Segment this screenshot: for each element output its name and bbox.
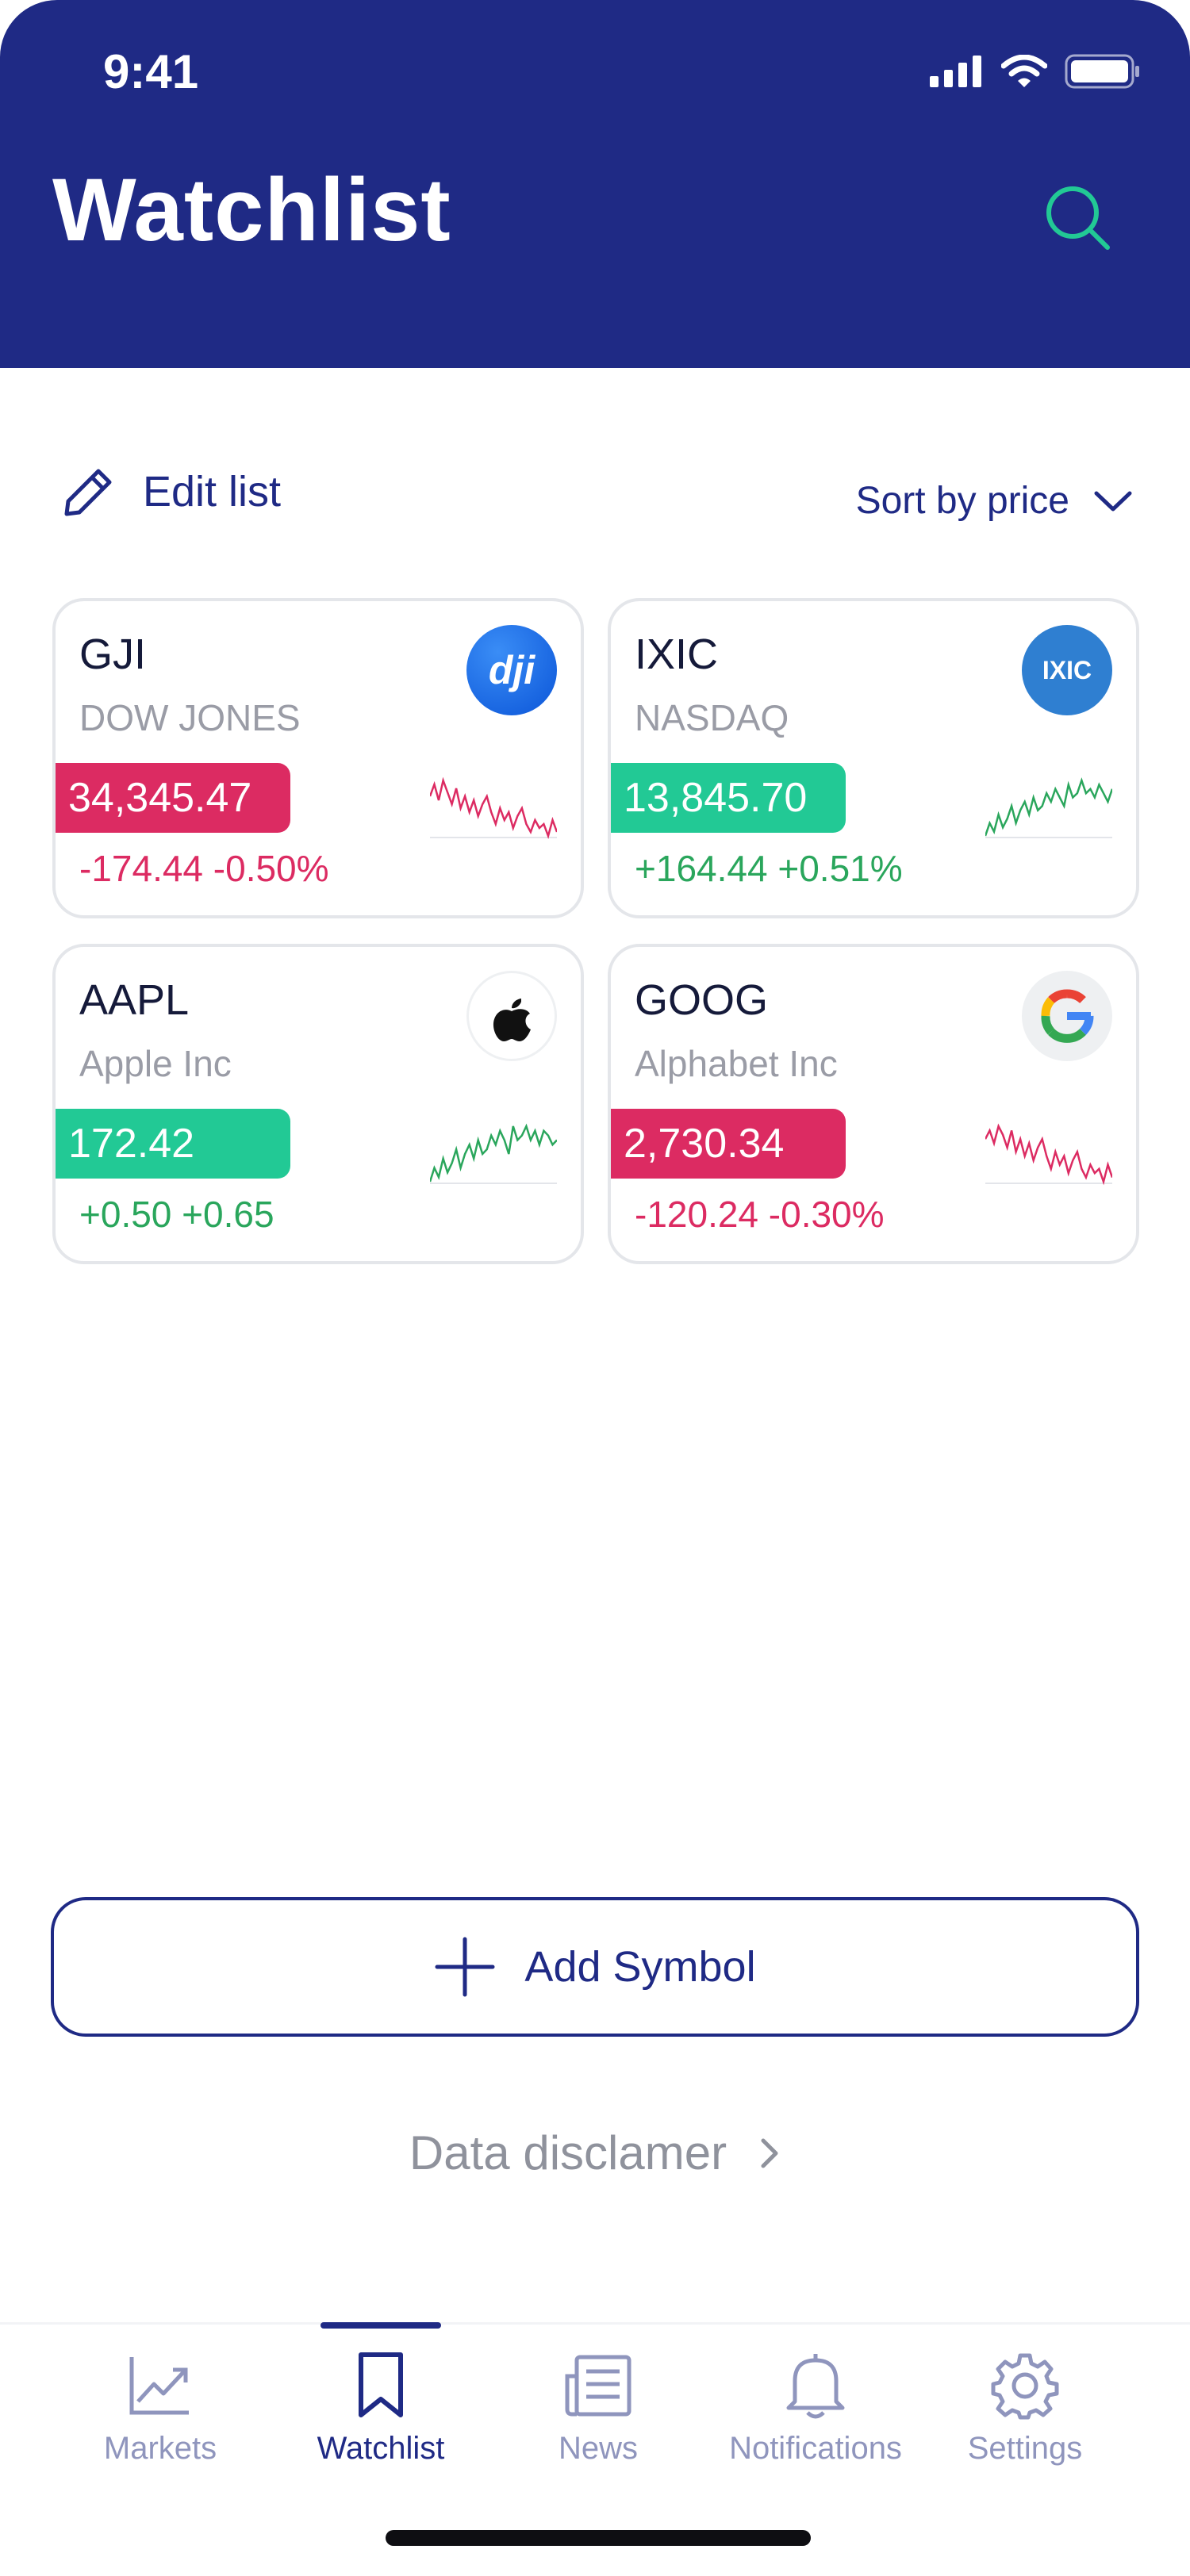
google-logo [1022, 971, 1112, 1061]
apple-icon [493, 999, 531, 1041]
price-change: +0.50 +0.65 [79, 1194, 274, 1235]
price-change: -120.24 -0.30% [635, 1194, 885, 1235]
watchlist-card-aapl[interactable]: AAPL Apple Inc 172.42 +0.50 +0.65 [52, 944, 584, 1264]
plus-icon [435, 1937, 495, 1997]
app-header: 9:41 Watchlist [0, 0, 1190, 368]
price-change: -174.44 -0.50% [79, 848, 329, 889]
dji-logo: dji [466, 625, 557, 715]
wifi-icon [1001, 55, 1047, 87]
chevron-right-icon [761, 2138, 778, 2168]
data-disclaimer-link[interactable]: Data disclamer [0, 2126, 1190, 2180]
sparkline-chart [985, 777, 1112, 838]
card-company: NASDAQ [635, 697, 789, 738]
disclaimer-label: Data disclamer [409, 2126, 727, 2179]
sort-label: Sort by price [855, 480, 1069, 522]
price-badge: 13,845.70 [611, 763, 846, 833]
tab-label: Settings [967, 2431, 1083, 2466]
tab-label: Watchlist [317, 2431, 445, 2466]
signal-icon [930, 56, 981, 87]
chevron-down-icon [1094, 491, 1132, 511]
bell-icon [786, 2354, 845, 2419]
ixic-logo: IXIC [1022, 625, 1112, 715]
tab-label: Markets [103, 2431, 217, 2466]
sparkline-chart [985, 1123, 1112, 1186]
card-symbol: IXIC [635, 631, 719, 678]
gear-icon [991, 2353, 1059, 2420]
edit-list-label: Edit list [143, 468, 282, 516]
search-icon [1046, 186, 1110, 250]
card-symbol: AAPL [79, 976, 190, 1024]
pencil-icon [64, 469, 112, 516]
status-icons [930, 54, 1141, 89]
sparkline-chart [430, 1123, 557, 1184]
price-badge: 34,345.47 [56, 763, 290, 833]
price-badge: 172.42 [56, 1109, 290, 1179]
card-company: DOW JONES [79, 697, 301, 738]
tab-label: News [558, 2431, 639, 2466]
bookmark-icon [359, 2352, 403, 2417]
tab-news[interactable]: News [479, 2325, 717, 2499]
battery-icon [1065, 54, 1139, 89]
news-icon [565, 2355, 631, 2417]
add-symbol-label: Add Symbol [524, 1943, 756, 1991]
tab-label: Notifications [729, 2431, 902, 2466]
active-tab-indicator [321, 2322, 441, 2329]
edit-list-button[interactable]: Edit list [57, 460, 281, 523]
sort-dropdown[interactable]: Sort by price [856, 479, 1133, 523]
google-icon [1041, 989, 1094, 1043]
card-company: Alphabet Inc [635, 1043, 838, 1084]
markets-icon [129, 2357, 189, 2415]
add-symbol-button[interactable]: Add Symbol [51, 1897, 1139, 2037]
sparkline-line [985, 1123, 1112, 1186]
home-indicator [386, 2530, 811, 2546]
tab-notifications[interactable]: Notifications [697, 2325, 935, 2499]
card-company: Apple Inc [79, 1043, 232, 1084]
search-button[interactable] [1039, 179, 1115, 255]
watchlist-card-gji[interactable]: GJI DOW JONES dji 34,345.47 -174.44 -0.5… [52, 598, 584, 918]
sparkline-line [430, 1123, 557, 1183]
sparkline-line [985, 777, 1112, 837]
tab-settings[interactable]: Settings [906, 2325, 1144, 2499]
logo-text: IXIC [1042, 655, 1092, 684]
card-symbol: GJI [79, 631, 147, 678]
tab-markets[interactable]: Markets [41, 2325, 279, 2499]
status-time: 9:41 [103, 45, 199, 98]
apple-logo [466, 971, 557, 1061]
watchlist-card-ixic[interactable]: IXIC NASDAQ IXIC 13,845.70 +164.44 +0.51… [608, 598, 1139, 918]
sparkline-chart [430, 776, 557, 840]
price-change: +164.44 +0.51% [635, 848, 903, 889]
tab-watchlist[interactable]: Watchlist [262, 2325, 500, 2499]
sparkline-line [430, 776, 557, 840]
price-badge: 2,730.34 [611, 1109, 846, 1179]
page-title: Watchlist [52, 160, 451, 259]
watchlist-card-goog[interactable]: GOOG Alphabet Inc 2,730.34 -120.24 -0.30… [608, 944, 1139, 1264]
logo-text: dji [488, 648, 536, 692]
card-symbol: GOOG [635, 976, 769, 1024]
